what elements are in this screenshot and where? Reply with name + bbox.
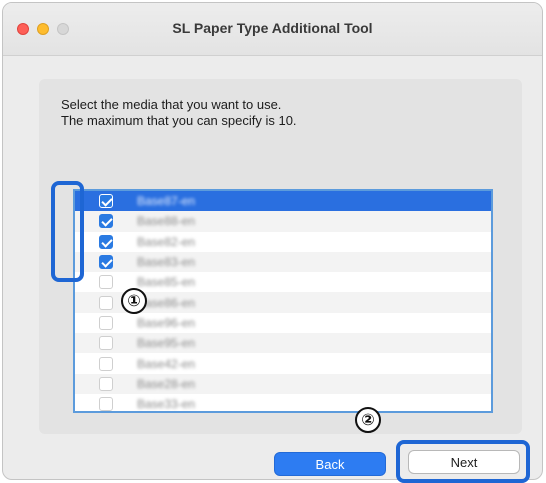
instruction-line-2: The maximum that you can specify is 10.	[61, 113, 297, 128]
media-label: Base82-en	[137, 234, 196, 249]
checkbox-icon[interactable]	[99, 255, 113, 270]
next-button[interactable]: Next	[408, 450, 520, 474]
media-label: Base83-en	[137, 255, 196, 270]
checkbox-icon[interactable]	[99, 336, 113, 351]
list-item[interactable]: Base96-en	[75, 313, 491, 333]
media-label: Base28-en	[137, 376, 196, 391]
checkbox-icon[interactable]	[99, 315, 113, 330]
media-label: Base85-en	[137, 275, 196, 290]
media-label: Base33-en	[137, 397, 196, 412]
media-label: Base96-en	[137, 315, 196, 330]
list-item[interactable]: Base28-en	[75, 373, 491, 394]
checkbox-icon[interactable]	[99, 376, 113, 391]
app-window: SL Paper Type Additional Tool Select the…	[2, 2, 543, 480]
list-item[interactable]: Base95-en	[75, 333, 491, 354]
list-item[interactable]: Base82-en	[75, 232, 491, 252]
title-bar: SL Paper Type Additional Tool	[3, 3, 542, 56]
list-item[interactable]: Base33-en	[75, 394, 491, 412]
checkbox-icon[interactable]	[99, 397, 113, 411]
checkbox-icon[interactable]	[99, 214, 113, 229]
checkbox-icon[interactable]	[99, 234, 113, 249]
list-item[interactable]: Base88-en	[75, 211, 491, 232]
instruction-line-1: Select the media that you want to use.	[61, 97, 282, 112]
instruction-text: Select the media that you want to use. T…	[61, 97, 297, 129]
list-item[interactable]: Base83-en	[75, 251, 491, 273]
list-item[interactable]: Base42-en	[75, 353, 491, 373]
media-label: Base88-en	[137, 214, 196, 229]
list-item[interactable]: Base87-en	[75, 191, 491, 212]
media-label: Base95-en	[137, 336, 196, 351]
callout-1: ①	[121, 288, 147, 314]
media-label: Base42-en	[137, 356, 196, 371]
checkbox-icon[interactable]	[99, 275, 113, 290]
checkbox-icon[interactable]	[99, 295, 113, 310]
callout-2: ②	[355, 407, 381, 433]
media-label: Base87-en	[137, 194, 196, 209]
content-panel: Select the media that you want to use. T…	[39, 79, 522, 434]
window-title: SL Paper Type Additional Tool	[172, 20, 373, 36]
checkbox-icon[interactable]	[99, 356, 113, 371]
checkbox-icon[interactable]	[99, 194, 113, 209]
back-button[interactable]: Back	[274, 452, 386, 476]
